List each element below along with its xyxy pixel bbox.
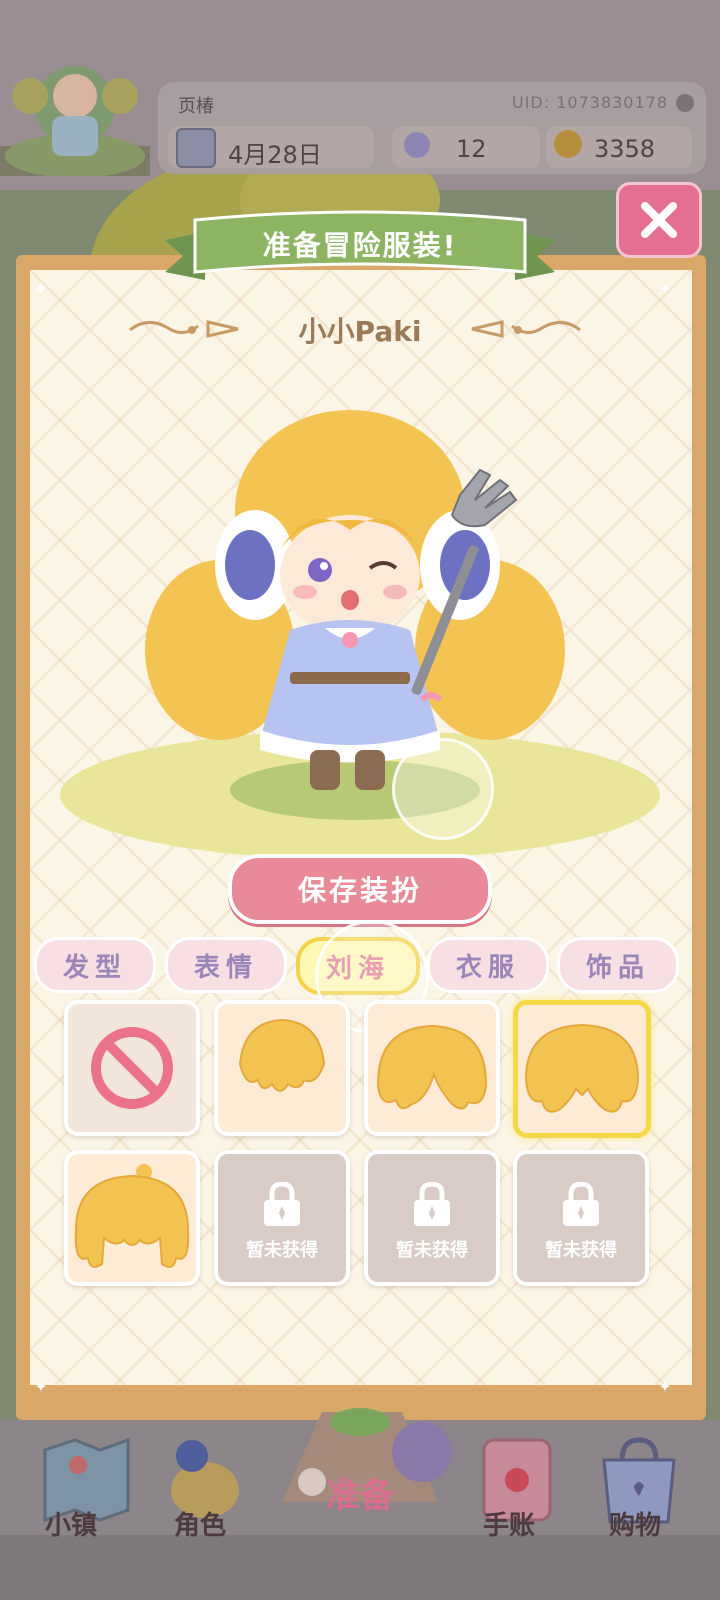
flower-icon [404, 132, 430, 158]
lock-icon [414, 1182, 450, 1226]
coin-icon [554, 130, 582, 158]
tab-label: 发型 [62, 952, 127, 983]
calendar-icon [176, 128, 216, 168]
tab-accessories[interactable]: 饰品 [557, 937, 679, 993]
tab-label: 饰品 [585, 952, 650, 983]
item-slot-bangs[interactable] [214, 1000, 350, 1136]
uid-text: UID: 1073830178 [512, 93, 669, 112]
corner-star-icon: ✦ [658, 1377, 672, 1396]
flower-count: 12 [456, 135, 487, 163]
locked-label: 暂未获得 [545, 1240, 617, 1261]
item-slot-locked[interactable]: 暂未获得 [364, 1150, 500, 1286]
close-button[interactable] [616, 182, 702, 258]
right-flourish-icon [471, 320, 581, 338]
player-name: 页椿 [178, 96, 214, 117]
panel-title: 准备冒险服装! [262, 229, 458, 262]
tab-clothes[interactable]: 衣服 [427, 937, 549, 993]
corner-star-icon: ✦ [34, 279, 48, 298]
close-icon [641, 202, 677, 238]
save-outfit-button[interactable]: 保存装扮 [228, 854, 492, 924]
locked-label: 暂未获得 [396, 1240, 468, 1261]
item-slot-locked[interactable]: 暂未获得 [214, 1150, 350, 1286]
locked-label: 暂未获得 [246, 1240, 318, 1261]
tab-expression[interactable]: 表情 [165, 937, 287, 993]
nav-shop-label[interactable]: 购物 [580, 1505, 690, 1542]
tap-indicator [392, 738, 494, 840]
item-slot-locked[interactable]: 暂未获得 [513, 1150, 649, 1286]
tab-label: 表情 [193, 952, 258, 983]
lock-icon [563, 1182, 599, 1226]
nav-journal-label[interactable]: 手账 [454, 1505, 564, 1542]
character-name: 小小Paki [298, 315, 422, 348]
bangs-item-icon [238, 1018, 326, 1092]
coin-count: 3358 [594, 135, 656, 163]
lock-icon [264, 1182, 300, 1226]
corner-star-icon: ✦ [658, 279, 672, 298]
nav-town-label[interactable]: 小镇 [16, 1505, 126, 1542]
character-preview[interactable] [140, 400, 580, 840]
item-slot-bangs-selected[interactable] [513, 1000, 651, 1138]
item-slot-bangs[interactable] [364, 1000, 500, 1136]
bottom-strip [0, 1535, 720, 1600]
no-item-icon [91, 1027, 173, 1109]
corner-star-icon: ✦ [34, 1377, 48, 1396]
nav-prepare-label[interactable]: 准备 [300, 1468, 420, 1517]
player-avatar[interactable] [0, 36, 150, 176]
nav-character-label[interactable]: 角色 [145, 1505, 255, 1542]
copy-uid-icon[interactable] [676, 94, 694, 112]
tab-label: 衣服 [455, 952, 520, 983]
left-flourish-icon [129, 320, 239, 338]
bangs-item-icon [376, 1024, 488, 1110]
date-text: 4月28日 [228, 141, 322, 169]
item-slot-bangs[interactable] [64, 1150, 200, 1286]
tab-hairstyle[interactable]: 发型 [34, 937, 156, 993]
item-slot-none[interactable] [64, 1000, 200, 1136]
bangs-item-icon [524, 1023, 640, 1113]
bangs-item-icon [74, 1164, 190, 1268]
save-outfit-label: 保存装扮 [297, 874, 422, 907]
